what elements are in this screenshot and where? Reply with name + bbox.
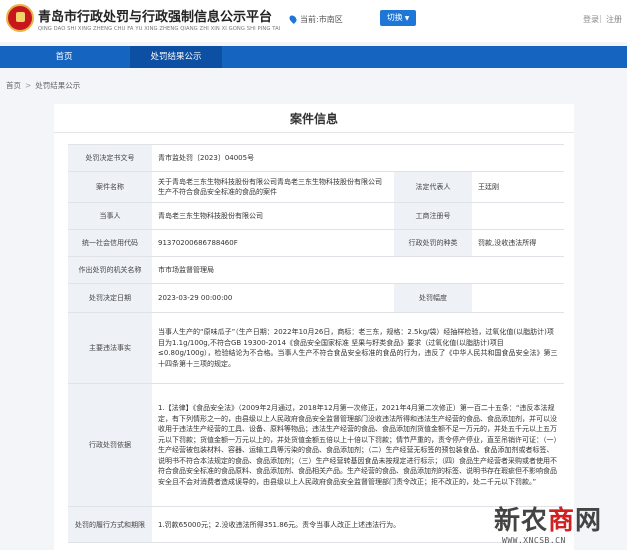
site-subtitle: QING DAO SHI XING ZHENG CHU FA YU XING Z… xyxy=(38,26,281,32)
switch-region-button[interactable]: 切换 ▼ xyxy=(380,10,416,26)
watermark-logo: 新农商网 xyxy=(494,500,602,537)
reg-no-label: 工商注册号 xyxy=(394,203,472,229)
range-value xyxy=(474,284,564,312)
legal-rep-value: 王廷刚 xyxy=(478,182,499,191)
nav-penalty-results[interactable]: 处罚结果公示 xyxy=(130,46,222,68)
facts-label: 主要违法事实 xyxy=(68,313,152,383)
range-label: 处罚幅度 xyxy=(394,284,472,312)
card-title: 案件信息 xyxy=(289,112,338,126)
basis-value: 1.【法律】《食品安全法》（2009年2月通过，2018年12月第一次修正，20… xyxy=(158,404,557,486)
credit-code-label: 统一社会信用代码 xyxy=(68,230,152,256)
table-row: 处罚决定日期 2023-03-29 00:00:00 处罚幅度 xyxy=(68,283,564,312)
result-label: 处罚的履行方式和期限 xyxy=(68,507,152,543)
table-row: 主要违法事实 当事人生产的“原味瓜子”（生产日期：2022年10月26日，商标：… xyxy=(68,312,564,383)
register-link[interactable]: 注册 xyxy=(606,14,622,25)
watermark-logo-part: 新农 xyxy=(494,506,549,536)
legal-rep-label: 法定代表人 xyxy=(394,172,472,202)
watermark-url: WWW.XNCSB.CN xyxy=(502,536,566,545)
table-row: 案件名称 关于青岛老三东生物科技股份有限公司青岛老三东生物科技股份有限公司生产不… xyxy=(68,171,564,202)
nav-home[interactable]: 首页 xyxy=(34,46,94,68)
national-emblem-icon xyxy=(6,4,34,32)
table-row: 作出处罚的机关名称 市市场监督管理局 xyxy=(68,256,564,283)
main-nav: 首页 处罚结果公示 xyxy=(0,46,627,68)
breadcrumb-current[interactable]: 处罚结果公示 xyxy=(35,81,80,90)
date-label: 处罚决定日期 xyxy=(68,284,152,312)
party-label: 当事人 xyxy=(68,203,152,229)
credit-code-value: 91370200686788460F xyxy=(158,238,238,247)
authority-label: 作出处罚的机关名称 xyxy=(68,257,152,283)
site-title: 青岛市行政处罚与行政强制信息公示平台 xyxy=(38,10,273,25)
table-row: 统一社会信用代码 91370200686788460F 行政处罚的种类 罚款,没… xyxy=(68,229,564,256)
table-row: 处罚决定书文号 青市监处罚〔2023〕04005号 xyxy=(68,144,564,171)
authority-value: 市市场监督管理局 xyxy=(158,265,214,274)
case-name-value: 关于青岛老三东生物科技股份有限公司青岛老三东生物科技股份有限公司生产不符合食品安… xyxy=(158,177,382,197)
divider xyxy=(54,132,574,133)
location-pin-icon xyxy=(288,14,298,24)
breadcrumb-arrow-icon: > xyxy=(25,81,32,90)
login-link[interactable]: 登录 xyxy=(583,14,599,25)
doc-no-value: 青市监处罚〔2023〕04005号 xyxy=(158,153,255,162)
top-header: 青岛市行政处罚与行政强制信息公示平台 QING DAO SHI XING ZHE… xyxy=(0,0,627,42)
basis-label: 行政处罚依据 xyxy=(68,384,152,506)
switch-label: 切换 xyxy=(386,13,403,22)
site-watermark: 新农商网 WWW.XNCSB.CN xyxy=(488,500,626,550)
chevron-down-icon: ▼ xyxy=(404,15,410,22)
watermark-logo-part: 商 xyxy=(548,506,576,536)
current-location: 当前:市南区 xyxy=(288,14,343,25)
location-text: 当前:市南区 xyxy=(300,15,343,24)
watermark-logo-part: 网 xyxy=(575,506,603,536)
breadcrumb: 首页 > 处罚结果公示 xyxy=(6,80,80,91)
case-info-card: 案件信息 处罚决定书文号 青市监处罚〔2023〕04005号 案件名称 关于青岛… xyxy=(54,104,574,550)
table-row: 行政处罚依据 1.【法律】《食品安全法》（2009年2月通过，2018年12月第… xyxy=(68,383,564,506)
date-value: 2023-03-29 00:00:00 xyxy=(158,293,233,302)
party-value: 青岛老三东生物科技股份有限公司 xyxy=(158,211,263,220)
breadcrumb-home[interactable]: 首页 xyxy=(6,81,21,90)
penalty-type-label: 行政处罚的种类 xyxy=(394,230,472,256)
table-row: 当事人 青岛老三东生物科技股份有限公司 工商注册号 xyxy=(68,202,564,229)
penalty-type-value: 罚款,没收违法所得 xyxy=(478,238,537,247)
header-separator: | xyxy=(599,14,602,23)
reg-no-value xyxy=(474,203,564,229)
case-name-label: 案件名称 xyxy=(68,172,152,202)
doc-no-label: 处罚决定书文号 xyxy=(68,145,152,171)
facts-value: 当事人生产的“原味瓜子”（生产日期：2022年10月26日，商标：老三东，规格：… xyxy=(158,328,558,368)
